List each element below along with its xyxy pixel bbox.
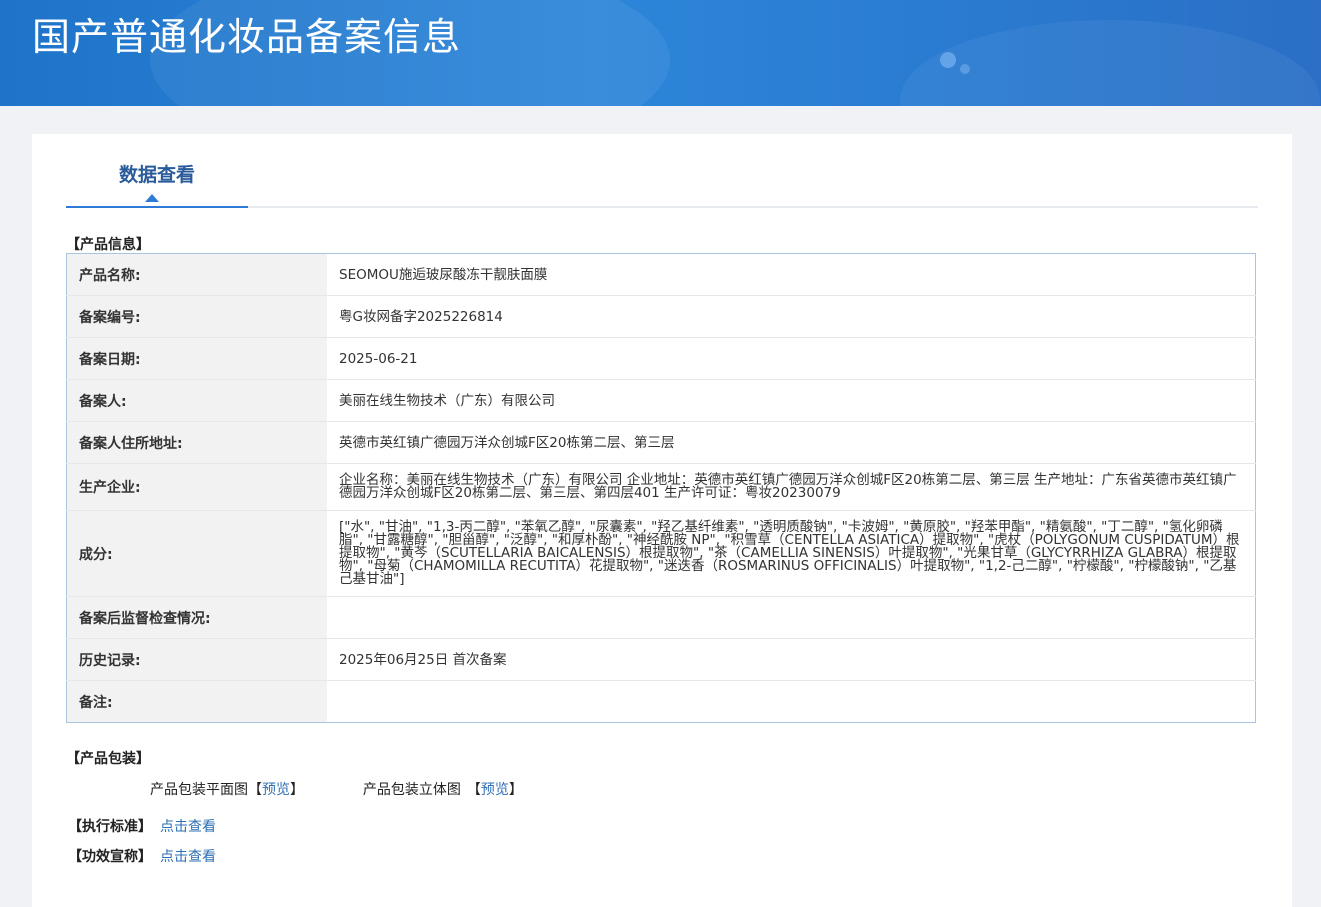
- row-value: ["水", "甘油", "1,3-丙二醇", "苯氧乙醇", "尿囊素", "羟…: [327, 510, 1256, 597]
- row-key: 备案人:: [66, 379, 327, 422]
- row-key: 备案后监督检查情况:: [66, 596, 327, 639]
- row-value: 企业名称：美丽在线生物技术（广东）有限公司 企业地址：英德市英红镇广德园万洋众创…: [327, 463, 1256, 511]
- row-value: SEOMOU施逅玻尿酸冻干靓肤面膜: [339, 266, 548, 283]
- standard-row: 【执行标准】 点击查看: [68, 816, 216, 836]
- content-card: 数据查看 【产品信息】 产品名称: SEOMOU施逅玻尿酸冻干靓肤面膜 备案编号…: [32, 134, 1292, 907]
- stereo-preview-link[interactable]: 预览: [481, 779, 509, 799]
- tab-indicator-arrow: [145, 194, 159, 202]
- flat-preview-link[interactable]: 预览: [262, 779, 290, 799]
- packaging-label: 【产品包装】: [66, 751, 150, 767]
- table-row: 生产企业: 企业名称：美丽在线生物技术（广东）有限公司 企业地址：英德市英红镇广…: [66, 463, 1256, 511]
- efficacy-view-link[interactable]: 点击查看: [160, 849, 216, 865]
- row-value: 2025年06月25日 首次备案: [327, 638, 1256, 681]
- table-row: 历史记录: 2025年06月25日 首次备案: [66, 638, 1256, 681]
- product-info-label: 【产品信息】: [66, 237, 150, 253]
- product-info-table: 产品名称: SEOMOU施逅玻尿酸冻干靓肤面膜 备案编号: 粤G妆网备字2025…: [66, 253, 1256, 723]
- banner-dot: [940, 52, 956, 68]
- table-row: 产品名称: SEOMOU施逅玻尿酸冻干靓肤面膜: [66, 253, 1256, 296]
- row-key: 生产企业:: [66, 463, 327, 511]
- bracket-close: 】: [290, 782, 304, 798]
- standard-view-link[interactable]: 点击查看: [160, 819, 216, 835]
- row-key: 备注:: [66, 680, 327, 723]
- row-value: [327, 680, 1256, 723]
- row-key: 备案日期:: [66, 337, 327, 380]
- efficacy-row: 【功效宣称】 点击查看: [68, 846, 216, 866]
- row-value: 英德市英红镇广德园万洋众创城F区20栋第二层、第三层: [327, 421, 1256, 464]
- packaging-flat-label: 产品包装平面图: [150, 782, 248, 798]
- bracket-open: 【: [466, 782, 481, 798]
- table-row: 备案编号: 粤G妆网备字2025226814: [66, 295, 1256, 338]
- packaging-links: 产品包装平面图【预览】 产品包装立体图 【预览】: [150, 779, 523, 799]
- table-row: 备案日期: 2025-06-21: [66, 337, 1256, 380]
- banner-decoration: [900, 20, 1320, 106]
- row-key: 产品名称:: [66, 253, 327, 296]
- row-key: 备案人住所地址:: [66, 421, 327, 464]
- row-value: [327, 596, 1256, 639]
- banner-dot: [960, 64, 970, 74]
- table-row: 备案人住所地址: 英德市英红镇广德园万洋众创城F区20栋第二层、第三层: [66, 421, 1256, 464]
- row-key: 备案编号:: [66, 295, 327, 338]
- standard-label: 【执行标准】: [68, 819, 152, 835]
- efficacy-label: 【功效宣称】: [68, 849, 152, 865]
- row-key: 历史记录:: [66, 638, 327, 681]
- header-banner: 国产普通化妆品备案信息: [0, 0, 1321, 106]
- table-row: 备案人: 美丽在线生物技术（广东）有限公司: [66, 379, 1256, 422]
- packaging-stereo-label: 产品包装立体图: [362, 782, 461, 798]
- table-row: 备注:: [66, 680, 1256, 723]
- table-row: 成分: ["水", "甘油", "1,3-丙二醇", "苯氧乙醇", "尿囊素"…: [66, 510, 1256, 597]
- row-value: 粤G妆网备字2025226814: [327, 295, 1256, 338]
- row-key: 成分:: [66, 510, 327, 597]
- row-value: 美丽在线生物技术（广东）有限公司: [327, 379, 1256, 422]
- page-title: 国产普通化妆品备案信息: [32, 15, 462, 59]
- row-value: 2025-06-21: [327, 337, 1256, 380]
- table-row: 备案后监督检查情况:: [66, 596, 1256, 639]
- tab-bar: 数据查看: [66, 134, 1258, 208]
- bracket-open: 【: [248, 782, 262, 798]
- bracket-close: 】: [508, 782, 523, 798]
